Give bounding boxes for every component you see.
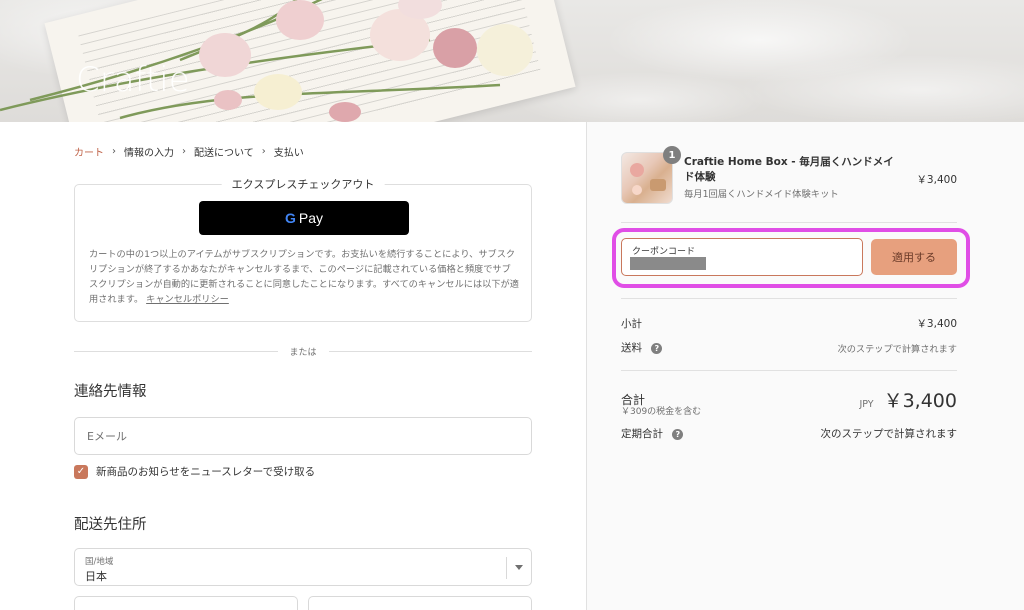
checkout-form-column: カート › 情報の入力 › 配送について › 支払い エクスプレスチェックアウト… xyxy=(0,122,586,610)
newsletter-checkbox-row[interactable]: ✓ 新商品のお知らせをニュースレターで受け取る xyxy=(74,464,315,479)
total-value: ￥3,400 xyxy=(883,390,957,412)
recurring-total-row: 定期合計 ? 次のステップで計算されます xyxy=(621,426,957,441)
shipping-row: 送料 ? 次のステップで計算されます xyxy=(621,340,957,355)
apply-coupon-button[interactable]: 適用する xyxy=(871,239,957,275)
country-select-value: 日本 xyxy=(85,570,107,583)
recurring-total-value: 次のステップで計算されます xyxy=(820,428,958,440)
tax-note: ￥309の税金を含む xyxy=(621,407,702,417)
product-subtitle: 毎月1回届くハンドメイド体験キット xyxy=(684,189,839,200)
coupon-code-redacted-value xyxy=(630,257,706,270)
newsletter-checkbox[interactable]: ✓ xyxy=(74,464,88,479)
coupon-code-field[interactable]: クーポンコード xyxy=(621,238,863,276)
breadcrumb-cart[interactable]: カート xyxy=(74,144,104,159)
divider xyxy=(621,222,957,223)
product-price: ￥3,400 xyxy=(916,174,957,186)
breadcrumb-payment: 支払い xyxy=(273,148,304,159)
breadcrumb-information: 情報の入力 xyxy=(124,148,174,159)
divider xyxy=(621,370,957,371)
newsletter-label: 新商品のお知らせをニュースレターで受け取る xyxy=(96,466,316,478)
product-name: Craftie Home Box - 毎月届くハンドメイド体験 xyxy=(684,156,894,183)
breadcrumb: カート › 情報の入力 › 配送について › 支払い xyxy=(74,144,304,159)
help-icon[interactable]: ? xyxy=(672,428,684,440)
subtotal-value: ￥3,400 xyxy=(916,318,957,330)
chevron-right-icon: › xyxy=(182,146,186,157)
quantity-badge: 1 xyxy=(663,146,681,164)
shipping-value: 次のステップで計算されます xyxy=(837,343,957,355)
help-icon[interactable]: ? xyxy=(651,342,663,354)
google-g-icon: G xyxy=(284,210,296,226)
divider xyxy=(621,298,957,299)
email-input[interactable] xyxy=(75,418,531,454)
chevron-down-icon xyxy=(515,565,523,570)
first-name-field[interactable] xyxy=(74,596,298,610)
express-checkout-title: エクスプレスチェックアウト xyxy=(221,176,385,192)
last-name-field[interactable] xyxy=(308,596,532,610)
header-banner: Craftie xyxy=(0,0,1024,122)
country-select[interactable]: 国/地域 日本 xyxy=(74,548,532,586)
contact-section-title: 連絡先情報 xyxy=(74,384,147,400)
order-summary: 1 Craftie Home Box - 毎月届くハンドメイド体験 毎月1回届く… xyxy=(586,122,1024,610)
google-pay-label: Pay xyxy=(298,210,323,226)
chevron-right-icon: › xyxy=(112,146,116,157)
subtotal-row: 小計 ￥3,400 xyxy=(621,316,957,331)
shipping-label: 送料 xyxy=(621,342,642,354)
cancel-policy-link[interactable]: キャンセルポリシー xyxy=(146,294,229,305)
cart-line-item: 1 Craftie Home Box - 毎月届くハンドメイド体験 毎月1回届く… xyxy=(621,146,957,204)
shipping-section-title: 配送先住所 xyxy=(74,517,147,533)
or-divider: または xyxy=(74,344,533,358)
email-field[interactable] xyxy=(74,417,532,455)
subscription-disclaimer: カートの中の1つ以上のアイテムがサブスクリプションです。お支払いを続行することに… xyxy=(89,249,519,305)
breadcrumb-shipping: 配送について xyxy=(194,148,254,159)
chevron-right-icon: › xyxy=(261,146,266,157)
subtotal-label: 小計 xyxy=(621,318,642,330)
express-checkout-box: エクスプレスチェックアウト G Pay カートの中の1つ以上のアイテムがサブスク… xyxy=(74,176,532,322)
google-pay-button[interactable]: G Pay xyxy=(199,201,409,235)
country-select-label: 国/地域 xyxy=(85,557,114,567)
currency-code: JPY xyxy=(859,399,874,410)
coupon-code-label: クーポンコード xyxy=(632,247,696,257)
or-divider-text: または xyxy=(289,347,317,358)
brand-logo[interactable]: Craftie xyxy=(76,60,190,100)
recurring-total-label: 定期合計 xyxy=(621,428,663,440)
